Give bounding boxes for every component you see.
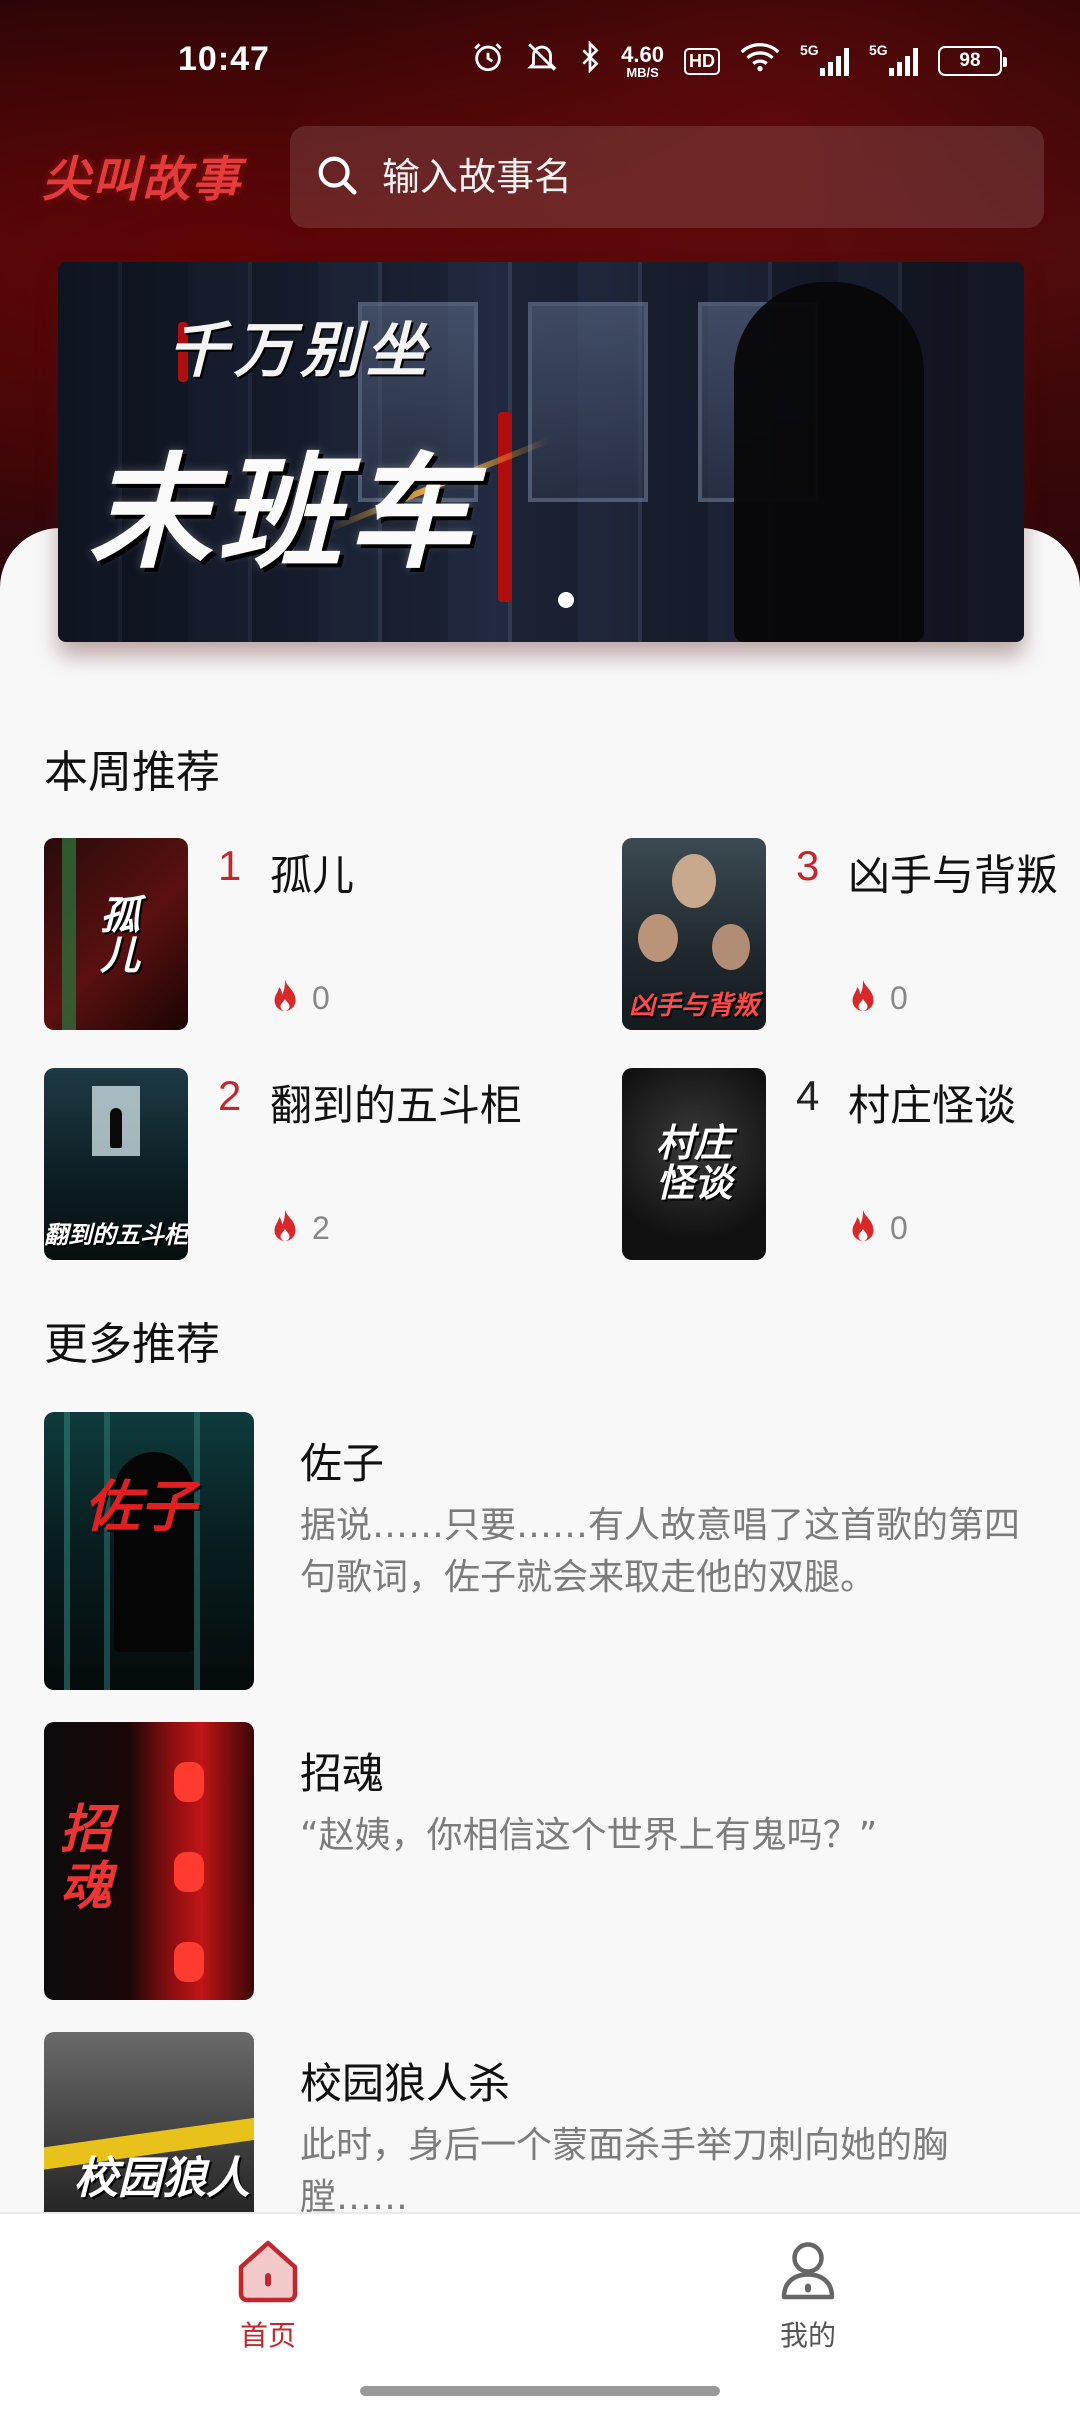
carousel-indicator	[558, 592, 574, 608]
banner-figure-image	[734, 282, 924, 642]
list-item[interactable]: 校园狼人杀 校园狼人杀 此时，身后一个蒙面杀手举刀刺向她的胸膛……	[44, 2032, 1044, 2212]
wifi-icon	[740, 42, 780, 80]
heat-count: 2	[270, 1208, 330, 1248]
battery-indicator: 98	[938, 46, 1007, 76]
network-speed: 4.60 MB/S	[621, 41, 664, 80]
rank-number: 1	[218, 842, 242, 889]
rank-number: 4	[796, 1072, 820, 1119]
signal-icon-1: 5G	[800, 42, 849, 76]
heat-count: 0	[848, 978, 908, 1018]
user-icon	[772, 2234, 844, 2310]
book-cover: 佐子	[44, 1412, 254, 1690]
alarm-icon	[471, 40, 505, 82]
book-cover: 翻到的五斗柜	[44, 1068, 188, 1260]
book-cover: 孤儿	[44, 838, 188, 1030]
book-title: 村庄怪谈	[848, 1081, 1017, 1130]
search-icon	[314, 152, 360, 202]
banner-carousel[interactable]: 千万别坐 末班车	[58, 262, 1024, 642]
weekly-item[interactable]: 村庄怪谈 4 村庄怪谈 0	[622, 1068, 1080, 1260]
book-cover: 村庄怪谈	[622, 1068, 766, 1260]
book-cover: 凶手与背叛	[622, 838, 766, 1030]
home-icon	[232, 2234, 304, 2310]
heat-count: 0	[270, 978, 330, 1018]
list-item[interactable]: 招魂 招魂 “赵姨，你相信这个世界上有鬼吗？”	[44, 1722, 1044, 2000]
hd-badge: HD	[684, 47, 720, 75]
book-title: 佐子	[300, 1439, 385, 1488]
signal-icon-2: 5G	[869, 42, 918, 76]
bottom-nav: 首页 我的	[0, 2212, 1080, 2412]
book-description: “赵姨，你相信这个世界上有鬼吗？”	[300, 1815, 878, 1856]
home-indicator	[360, 2386, 720, 2396]
search-bar[interactable]	[290, 126, 1044, 228]
fire-icon	[270, 1208, 300, 1248]
status-icons: 4.60 MB/S HD 5G 5G 98	[471, 40, 1007, 82]
banner-title: 末班车	[88, 442, 479, 586]
rank-number: 2	[218, 1072, 242, 1119]
bluetooth-icon	[579, 40, 601, 81]
book-description: 此时，身后一个蒙面杀手举刀刺向她的胸膛……	[300, 2125, 949, 2212]
mute-icon	[525, 40, 559, 82]
banner-subtitle: 千万别坐	[168, 316, 432, 386]
section-title-more: 更多推荐	[44, 1319, 220, 1370]
weekly-item[interactable]: 孤儿 1 孤儿 0	[44, 838, 544, 1030]
nav-mine[interactable]: 我的	[708, 2234, 908, 2354]
book-description: 据说……只要……有人故意唱了这首歌的第四句歌词，佐子就会来取走他的双腿。	[300, 1505, 1021, 1598]
fire-icon	[848, 978, 878, 1018]
book-title: 凶手与背叛	[848, 851, 1059, 900]
list-item[interactable]: 佐子 佐子 据说……只要……有人故意唱了这首歌的第四句歌词，佐子就会来取走他的双…	[44, 1412, 1044, 1690]
search-input[interactable]	[382, 155, 982, 199]
status-time: 10:47	[178, 40, 270, 78]
section-title-weekly: 本周推荐	[44, 747, 220, 798]
book-cover: 招魂	[44, 1722, 254, 2000]
book-title: 翻到的五斗柜	[270, 1081, 523, 1130]
book-title: 孤儿	[270, 851, 355, 900]
book-title: 招魂	[300, 1749, 385, 1798]
rank-number: 3	[796, 842, 820, 889]
status-bar: 10:47 4.60 MB/S HD 5G 5G 98	[0, 0, 1080, 110]
app-logo: 尖叫故事	[42, 152, 243, 208]
weekly-item[interactable]: 凶手与背叛 3 凶手与背叛 0	[622, 838, 1080, 1030]
fire-icon	[848, 1208, 878, 1248]
heat-count: 0	[848, 1208, 908, 1248]
weekly-item[interactable]: 翻到的五斗柜 2 翻到的五斗柜 2	[44, 1068, 544, 1260]
fire-icon	[270, 978, 300, 1018]
book-title: 校园狼人杀	[300, 2059, 511, 2108]
book-cover: 校园狼人杀	[44, 2032, 254, 2212]
nav-home[interactable]: 首页	[168, 2234, 368, 2354]
